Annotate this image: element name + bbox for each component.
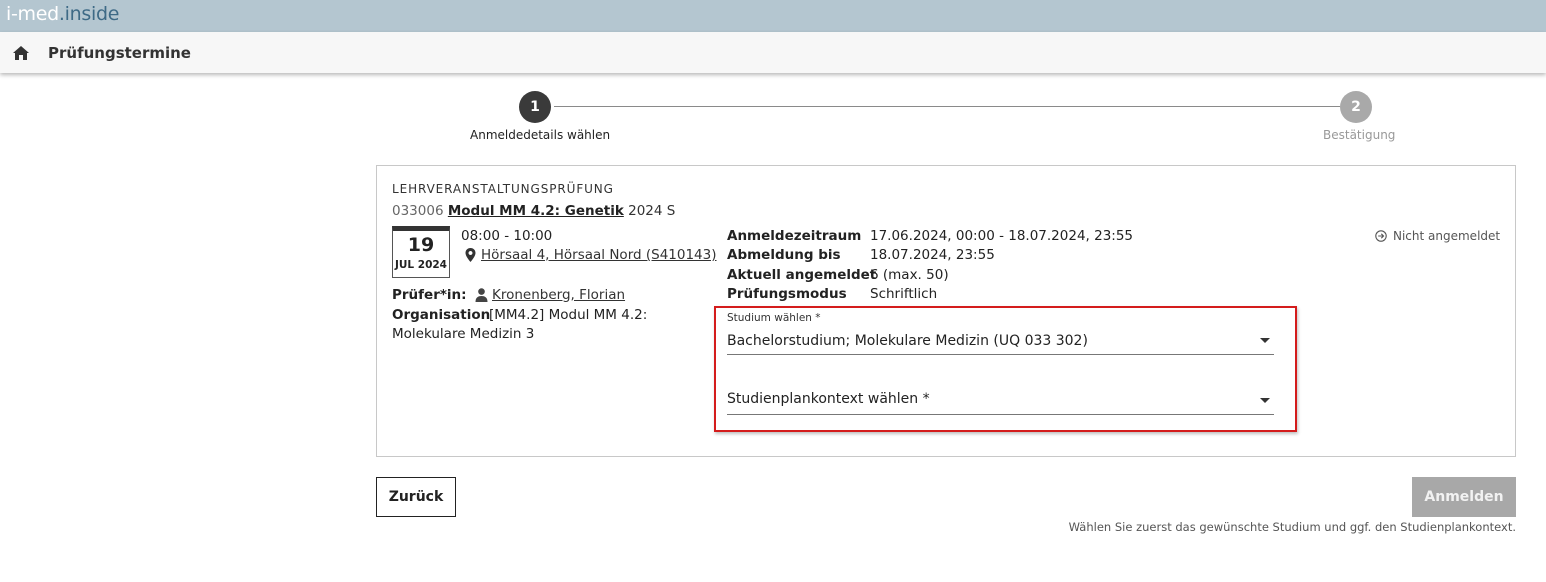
registration-period-value: 17.06.2024, 00:00 - 18.07.2024, 23:55 xyxy=(870,228,1134,244)
registration-status: Nicht angemeldet xyxy=(1393,229,1501,243)
brand-logo-part2: .inside xyxy=(58,3,120,25)
page-title: Prüfungstermine xyxy=(48,44,191,62)
brand-logo-part1: i-med xyxy=(6,3,59,25)
arrow-circle-right-icon xyxy=(1375,230,1387,242)
exam-mode-value: Schriftlich xyxy=(870,286,938,302)
exam-time: 08:00 - 10:00 xyxy=(461,228,553,244)
course-semester: 2024 S xyxy=(628,203,676,219)
course-line: 033006 Modul MM 4.2: Genetik 2024 S xyxy=(392,203,675,219)
registered-count-value: 6 (max. 50) xyxy=(870,267,949,283)
exam-mode-label: Prüfungsmodus xyxy=(727,286,847,302)
step-1-label: Anmeldedetails wählen xyxy=(470,128,611,142)
form-hint: Wählen Sie zuerst das gewünschte Studium… xyxy=(1068,520,1516,534)
examiner-link[interactable]: Kronenberg, Florian xyxy=(492,287,625,303)
app-header: Prüfungstermine xyxy=(0,32,1546,73)
step-2-label: Bestätigung xyxy=(1323,128,1396,142)
studienplan-select[interactable]: Studienplankontext wählen * xyxy=(727,371,1274,415)
deregistration-label: Abmeldung bis xyxy=(727,247,841,263)
brand-bar: i-med.inside xyxy=(0,0,1546,32)
home-icon[interactable] xyxy=(12,44,30,62)
date-month-year: JUL 2024 xyxy=(394,259,447,271)
step-2-indicator: 2 xyxy=(1340,91,1372,123)
register-button[interactable]: Anmelden xyxy=(1412,477,1516,517)
registered-count-label: Aktuell angemeldet xyxy=(727,267,877,283)
person-icon xyxy=(475,288,488,302)
organisation-value-line2: Molekulare Medizin 3 xyxy=(392,326,535,342)
course-number: 033006 xyxy=(392,203,444,219)
studium-select-label: Studium wählen * xyxy=(727,312,821,324)
dropdown-caret-icon[interactable] xyxy=(1260,398,1270,403)
date-badge: 19 JUL 2024 xyxy=(392,226,450,278)
exam-location-link[interactable]: Hörsaal 4, Hörsaal Nord (S410143) xyxy=(481,247,717,263)
brand-logo[interactable]: i-med.inside xyxy=(6,3,119,25)
back-button[interactable]: Zurück xyxy=(376,477,456,517)
examiner-label: Prüfer*in: xyxy=(392,287,467,303)
deregistration-value: 18.07.2024, 23:55 xyxy=(870,247,995,263)
date-day: 19 xyxy=(407,234,435,256)
map-marker-icon xyxy=(465,248,476,262)
step-1-indicator: 1 xyxy=(519,91,551,123)
course-title-link[interactable]: Modul MM 4.2: Genetik xyxy=(448,203,624,219)
organisation-value-line1: [MM4.2] Modul MM 4.2: xyxy=(489,307,648,323)
exam-category: LEHRVERANSTALTUNGSPRÜFUNG xyxy=(392,182,614,196)
studium-select[interactable]: Studium wählen * Bachelorstudium; Moleku… xyxy=(727,312,1274,355)
registration-period-label: Anmeldezeitraum xyxy=(727,228,862,244)
organisation-label: Organisation xyxy=(392,307,491,323)
studienplan-select-placeholder: Studienplankontext wählen * xyxy=(727,391,930,407)
dropdown-caret-icon[interactable] xyxy=(1260,338,1270,343)
studium-select-value: Bachelorstudium; Molekulare Medizin (UQ … xyxy=(727,333,1088,349)
stepper-line xyxy=(554,106,1340,107)
